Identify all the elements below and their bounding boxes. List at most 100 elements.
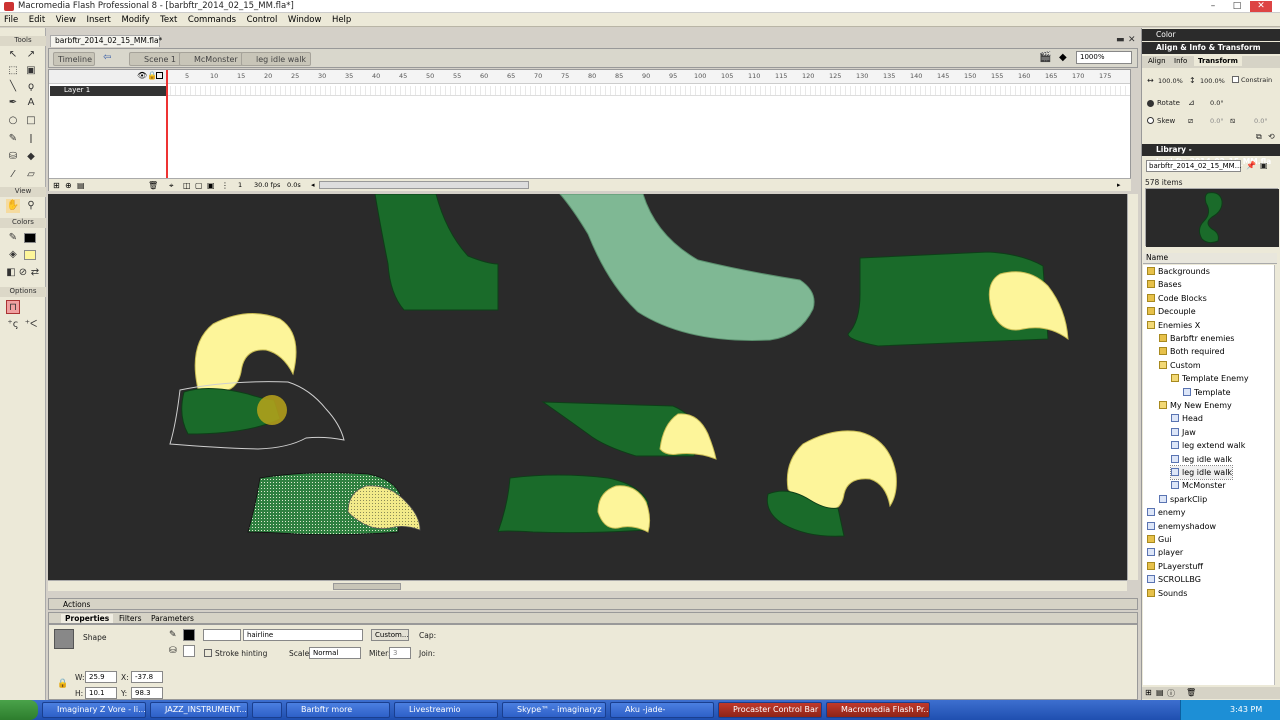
menu-window[interactable]: Window [284, 13, 326, 25]
stroke-color-icon[interactable]: ✎ [6, 231, 20, 245]
library-item[interactable]: Jaw [1171, 426, 1196, 439]
library-scrollbar[interactable] [1274, 265, 1280, 685]
new-folder-icon[interactable]: ▤ [1156, 688, 1164, 697]
rectangle-tool-icon[interactable]: □ [24, 114, 38, 128]
skew-radio[interactable] [1147, 117, 1154, 124]
paint-bucket-icon[interactable]: ◆ [24, 150, 38, 164]
properties-icon[interactable]: ⓘ [1167, 688, 1175, 699]
snap-magnet-icon[interactable]: ⊓ [6, 300, 20, 314]
layer-row[interactable]: Layer 1 [50, 86, 166, 96]
stage-canvas[interactable] [48, 193, 1127, 580]
scroll-right-icon[interactable]: ▸ [1117, 181, 1121, 189]
start-button[interactable] [0, 700, 38, 720]
menu-view[interactable]: View [52, 13, 80, 25]
stroke-swatch[interactable] [183, 629, 195, 641]
taskbar-item-app[interactable] [252, 702, 282, 718]
breadcrumb-leg-idle-walk[interactable]: leg idle walk [241, 52, 312, 66]
library-item[interactable]: My New Enemy [1159, 399, 1232, 412]
taskbar-item-jazz[interactable]: JAZZ_INSTRUMENT... [150, 702, 248, 718]
taskbar-item-aku[interactable]: Aku -jade- [610, 702, 714, 718]
selection-tool-icon[interactable]: ↖ [6, 48, 20, 62]
eyedropper-icon[interactable]: ⁄ [6, 168, 20, 182]
delete-layer-icon[interactable]: 🗑 [148, 181, 158, 190]
center-frame-icon[interactable]: ⌖ [169, 181, 174, 191]
taskbar-item-procaster[interactable]: Procaster Control Bar [718, 702, 822, 718]
library-panel-header[interactable]: Library - barbftr_2014_02_15_MM.fla [1142, 144, 1280, 166]
scale-height-value[interactable]: 100.0% [1200, 77, 1225, 85]
straighten-icon[interactable]: ⁺ᐸ [24, 318, 38, 332]
scale-select[interactable]: Normal [309, 647, 361, 659]
library-item[interactable]: leg idle walk [1169, 465, 1234, 480]
scale-width-value[interactable]: 100.0% [1158, 77, 1183, 85]
modify-markers-icon[interactable]: ⋮ [221, 181, 229, 190]
lasso-tool-icon[interactable]: ϙ [24, 80, 38, 94]
edit-scene-icon[interactable]: 🎬 [1039, 52, 1051, 63]
library-item[interactable]: enemy [1147, 506, 1185, 519]
onion-outline-icon[interactable]: ▢ [195, 181, 203, 190]
free-transform-icon[interactable]: ⬚ [6, 64, 20, 78]
scroll-thumb[interactable] [333, 583, 401, 590]
stage-horizontal-scrollbar[interactable] [48, 580, 1127, 591]
library-item[interactable]: Code Blocks [1147, 292, 1207, 305]
outline-icon[interactable] [156, 72, 163, 79]
new-library-icon[interactable]: ▣ [1260, 161, 1268, 170]
insert-folder-icon[interactable]: ▤ [77, 181, 85, 190]
align-panel-header[interactable]: Align & Info & Transform [1142, 42, 1280, 54]
tab-parameters[interactable]: Parameters [151, 614, 194, 623]
oval-tool-icon[interactable]: ○ [6, 114, 20, 128]
new-symbol-icon[interactable]: ⊞ [1145, 688, 1152, 697]
library-item[interactable]: McMonster [1171, 479, 1226, 492]
stroke-hinting-checkbox[interactable] [204, 649, 212, 657]
scroll-left-icon[interactable]: ◂ [311, 181, 315, 189]
library-item[interactable]: Head [1171, 412, 1203, 425]
close-icon[interactable]: ✕ [1250, 1, 1272, 12]
skew-horizontal-value[interactable]: 0.0° [1210, 117, 1224, 125]
tab-align[interactable]: Align [1144, 56, 1170, 66]
library-item[interactable]: Sounds [1147, 587, 1187, 600]
stage-vertical-scrollbar[interactable] [1127, 194, 1138, 580]
library-item[interactable]: leg extend walk [1171, 439, 1245, 452]
insert-layer-icon[interactable]: ⊞ [53, 181, 60, 190]
rotate-radio[interactable] [1147, 100, 1154, 107]
miter-input[interactable]: 3 [389, 647, 411, 659]
maximize-icon[interactable]: □ [1226, 1, 1248, 12]
line-tool-icon[interactable]: ╲ [6, 80, 20, 94]
brush-tool-icon[interactable]: ǀ [24, 132, 38, 146]
taskbar-item-flash[interactable]: Macromedia Flash Pr... [826, 702, 930, 718]
library-item[interactable]: Template [1183, 386, 1231, 399]
document-tab[interactable]: barbftr_2014_02_15_MM.fla* [50, 35, 162, 47]
library-item[interactable]: Enemies X [1147, 319, 1200, 332]
menu-modify[interactable]: Modify [117, 13, 153, 25]
menu-help[interactable]: Help [328, 13, 355, 25]
eraser-tool-icon[interactable]: ▱ [24, 168, 38, 182]
tab-filters[interactable]: Filters [119, 614, 141, 623]
breadcrumb-scene[interactable]: Scene 1 [129, 52, 182, 66]
playhead[interactable] [166, 70, 168, 182]
library-item[interactable]: Barbftr enemies [1159, 332, 1234, 345]
library-document-select[interactable]: barbftr_2014_02_15_MM... [1146, 160, 1241, 172]
delete-item-icon[interactable]: 🗑 [1186, 688, 1196, 697]
swap-colors-icon[interactable]: ⇄ [28, 266, 42, 280]
taskbar-item-skype[interactable]: Skype™ - imaginaryz [502, 702, 606, 718]
timeline-ruler[interactable]: 5 10 15 20 25 30 35 40 45 50 55 60 65 70… [166, 70, 1130, 84]
library-item[interactable]: Gui [1147, 533, 1172, 546]
taskbar-clock[interactable]: 3:43 PM [1230, 705, 1262, 714]
color-panel-header[interactable]: Color [1142, 29, 1280, 41]
library-item[interactable]: Both required [1159, 345, 1225, 358]
library-item[interactable]: Template Enemy [1171, 372, 1249, 385]
copy-transform-icon[interactable]: ⧉ [1256, 132, 1262, 142]
doc-minimize-icon[interactable]: ▬ [1116, 35, 1125, 45]
pin-library-icon[interactable]: 📌 [1246, 161, 1256, 170]
menu-edit[interactable]: Edit [25, 13, 49, 25]
fill-color-icon[interactable]: ◈ [6, 248, 20, 262]
breadcrumb-mcmonster[interactable]: McMonster [179, 52, 243, 66]
hand-tool-icon[interactable]: ✋ [6, 199, 20, 213]
stroke-style-select[interactable]: hairline [243, 629, 363, 641]
doc-close-icon[interactable]: ✕ [1128, 35, 1136, 45]
library-item[interactable]: Decouple [1147, 305, 1196, 318]
library-item[interactable]: PLayerstuff [1147, 560, 1203, 573]
library-item[interactable]: Bases [1147, 278, 1182, 291]
x-input[interactable]: -37.8 [131, 671, 163, 683]
tab-transform[interactable]: Transform [1194, 56, 1242, 66]
tab-info[interactable]: Info [1170, 56, 1191, 66]
